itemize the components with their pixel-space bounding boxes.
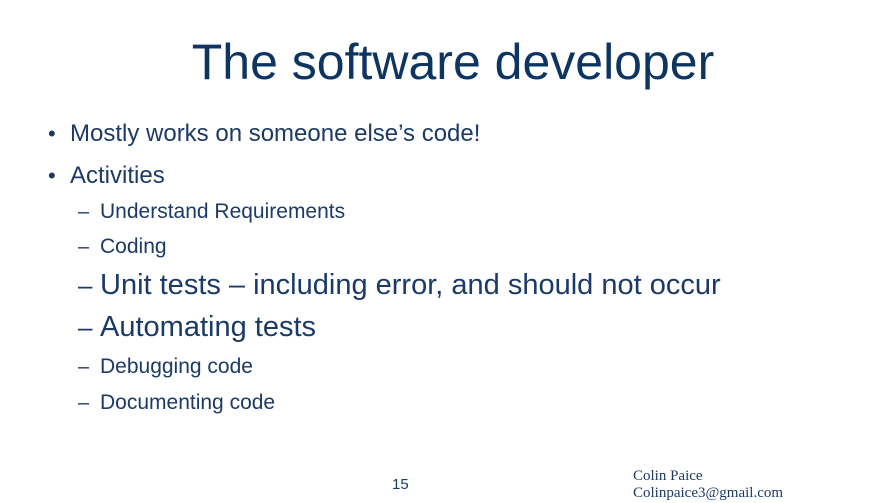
dash-icon: – bbox=[78, 236, 90, 258]
sub-item-text: Debugging code bbox=[100, 355, 253, 378]
dash-icon: – bbox=[78, 270, 93, 300]
bullet-icon: • bbox=[48, 163, 56, 188]
dash-icon: – bbox=[78, 356, 90, 378]
sub-item-text: Documenting code bbox=[100, 391, 276, 414]
bullet-item: • Activities bbox=[48, 162, 165, 190]
sub-item: – Documenting code bbox=[78, 391, 275, 415]
dash-icon: – bbox=[78, 392, 90, 414]
author-name: Colin Paice bbox=[633, 468, 703, 484]
dash-icon: – bbox=[78, 312, 93, 342]
sub-item: – Debugging code bbox=[78, 355, 253, 379]
sub-item-text: Understand Requirements bbox=[100, 200, 346, 223]
bullet-icon: • bbox=[48, 121, 56, 146]
author-email: Colinpaice3@gmail.com bbox=[633, 485, 784, 501]
sub-item-text: Unit tests – including error, and should… bbox=[100, 269, 721, 301]
bullet-text: Mostly works on someone else’s code! bbox=[70, 120, 481, 147]
dash-icon: – bbox=[78, 201, 90, 223]
sub-item-text: Automating tests bbox=[100, 311, 316, 343]
sub-item: – Coding bbox=[78, 235, 167, 259]
page-number: 15 bbox=[392, 476, 409, 493]
bullet-text: Activities bbox=[70, 162, 165, 189]
sub-item-text: Coding bbox=[100, 235, 167, 258]
sub-item: – Unit tests – including error, and shoul… bbox=[78, 269, 721, 302]
bullet-item: • Mostly works on someone else’s code! bbox=[48, 120, 480, 148]
author-block: Colin Paice Colinpaice3@gmail.com bbox=[633, 468, 783, 502]
sub-item: – Understand Requirements bbox=[78, 200, 345, 224]
slide-title: The software developer bbox=[191, 34, 715, 90]
sub-item: – Automating tests bbox=[78, 311, 316, 344]
